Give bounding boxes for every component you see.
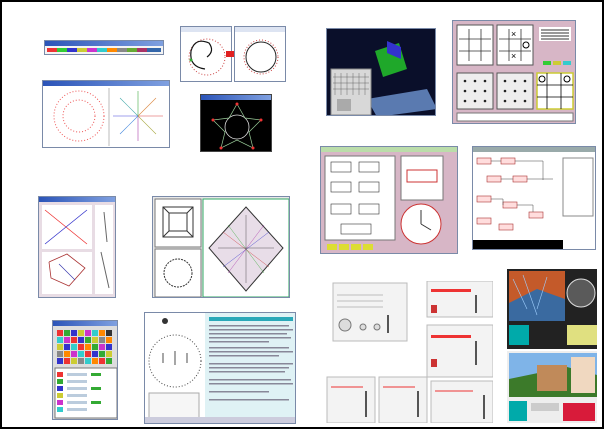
- grid-icon: [327, 29, 435, 115]
- slider-panels[interactable]: [322, 280, 494, 424]
- circle-spiral-right[interactable]: [234, 26, 286, 82]
- flowchart-icon: [473, 157, 594, 249]
- slider-icon: [326, 281, 493, 423]
- collage-frame: × ×: [0, 0, 604, 429]
- circle-spiral-left[interactable]: [180, 26, 232, 82]
- svg-text:×: ×: [511, 51, 516, 61]
- circle-icon: [188, 38, 226, 76]
- radial-dots-window[interactable]: [42, 80, 170, 148]
- hand-drawn-article[interactable]: [144, 312, 296, 424]
- landscape-icon: [507, 269, 597, 423]
- circle-icon: [243, 39, 279, 75]
- color-swatch-grid[interactable]: [52, 320, 118, 420]
- swatch-icon: [54, 330, 117, 419]
- cross-icon: [42, 205, 113, 294]
- clock-flow-window[interactable]: [320, 146, 458, 254]
- document-icon: [145, 313, 295, 423]
- star-icon: [211, 102, 263, 150]
- lattice-diamond-window[interactable]: [152, 196, 290, 298]
- clock-icon: [324, 155, 444, 250]
- star-graph-black[interactable]: [200, 94, 272, 152]
- 3d-grid-window[interactable]: [326, 28, 436, 116]
- 3d-scene-windows[interactable]: [506, 268, 598, 424]
- svg-text:×: ×: [511, 29, 516, 39]
- color-palette-icon: [47, 48, 161, 52]
- radial-icon: [53, 88, 163, 146]
- diamond-icon: [154, 198, 289, 297]
- color-strip-window[interactable]: [44, 40, 164, 55]
- cross-diagram-window[interactable]: [38, 196, 116, 298]
- node-flow-window[interactable]: [472, 146, 596, 250]
- grid-icon: × ×: [456, 24, 574, 122]
- tic-tac-toe-window[interactable]: × ×: [452, 20, 576, 124]
